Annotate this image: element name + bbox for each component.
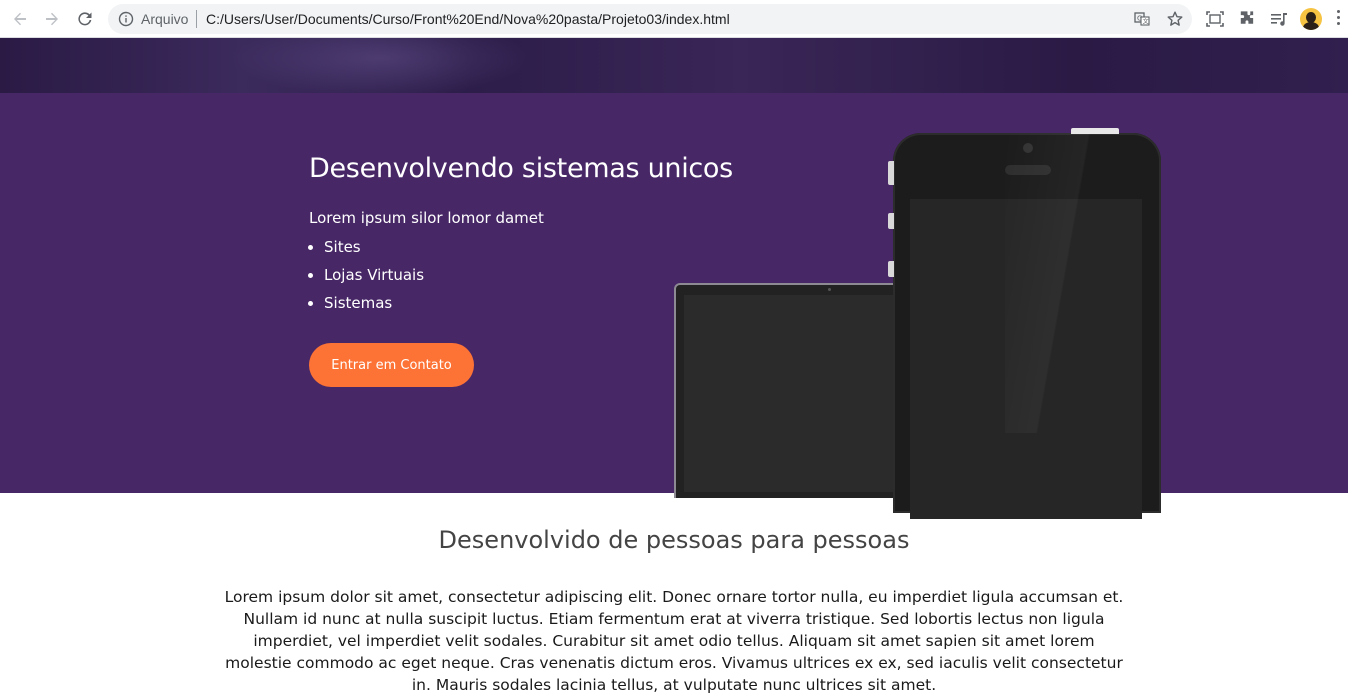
list-item: Lojas Virtuais bbox=[324, 263, 424, 291]
hero-section: Desenvolvendo sistemas unicos Lorem ipsu… bbox=[0, 93, 1348, 519]
header-background bbox=[0, 38, 1348, 98]
address-bar[interactable]: Arquivo C:/Users/User/Documents/Curso/Fr… bbox=[108, 4, 1192, 34]
list-item: Sites bbox=[324, 235, 424, 263]
about-title: Desenvolvido de pessoas para pessoas bbox=[438, 526, 910, 554]
list-item: Sistemas bbox=[324, 291, 424, 319]
site-scheme-label: Arquivo bbox=[141, 11, 189, 27]
address-divider bbox=[196, 10, 197, 28]
hero-list: Sites Lojas Virtuais Sistemas bbox=[309, 235, 424, 319]
hero-title: Desenvolvendo sistemas unicos bbox=[309, 153, 733, 184]
browser-toolbar: Arquivo C:/Users/User/Documents/Curso/Fr… bbox=[0, 0, 1348, 38]
back-icon[interactable] bbox=[8, 7, 32, 31]
extensions-icon[interactable] bbox=[1237, 9, 1257, 29]
translate-icon[interactable]: G文 bbox=[1133, 10, 1151, 28]
svg-text:文: 文 bbox=[1143, 18, 1149, 26]
reload-icon[interactable] bbox=[73, 7, 97, 31]
info-icon[interactable] bbox=[118, 11, 134, 27]
phone-image bbox=[888, 128, 1161, 519]
page-viewport: Desenvolvendo sistemas unicos Lorem ipsu… bbox=[0, 38, 1348, 694]
avatar[interactable] bbox=[1300, 8, 1322, 30]
forward-icon[interactable] bbox=[40, 7, 64, 31]
about-text: Lorem ipsum dolor sit amet, consectetur … bbox=[224, 588, 1124, 694]
laptop-image bbox=[674, 283, 904, 498]
media-icon[interactable] bbox=[1269, 9, 1289, 29]
contact-button[interactable]: Entrar em Contato bbox=[309, 343, 474, 387]
url-text[interactable]: C:/Users/User/Documents/Curso/Front%20En… bbox=[206, 11, 730, 27]
screenshot-icon[interactable] bbox=[1205, 9, 1225, 29]
hero-lead: Lorem ipsum silor lomor damet bbox=[309, 209, 544, 227]
star-icon[interactable] bbox=[1166, 10, 1184, 28]
menu-icon[interactable] bbox=[1336, 10, 1342, 28]
